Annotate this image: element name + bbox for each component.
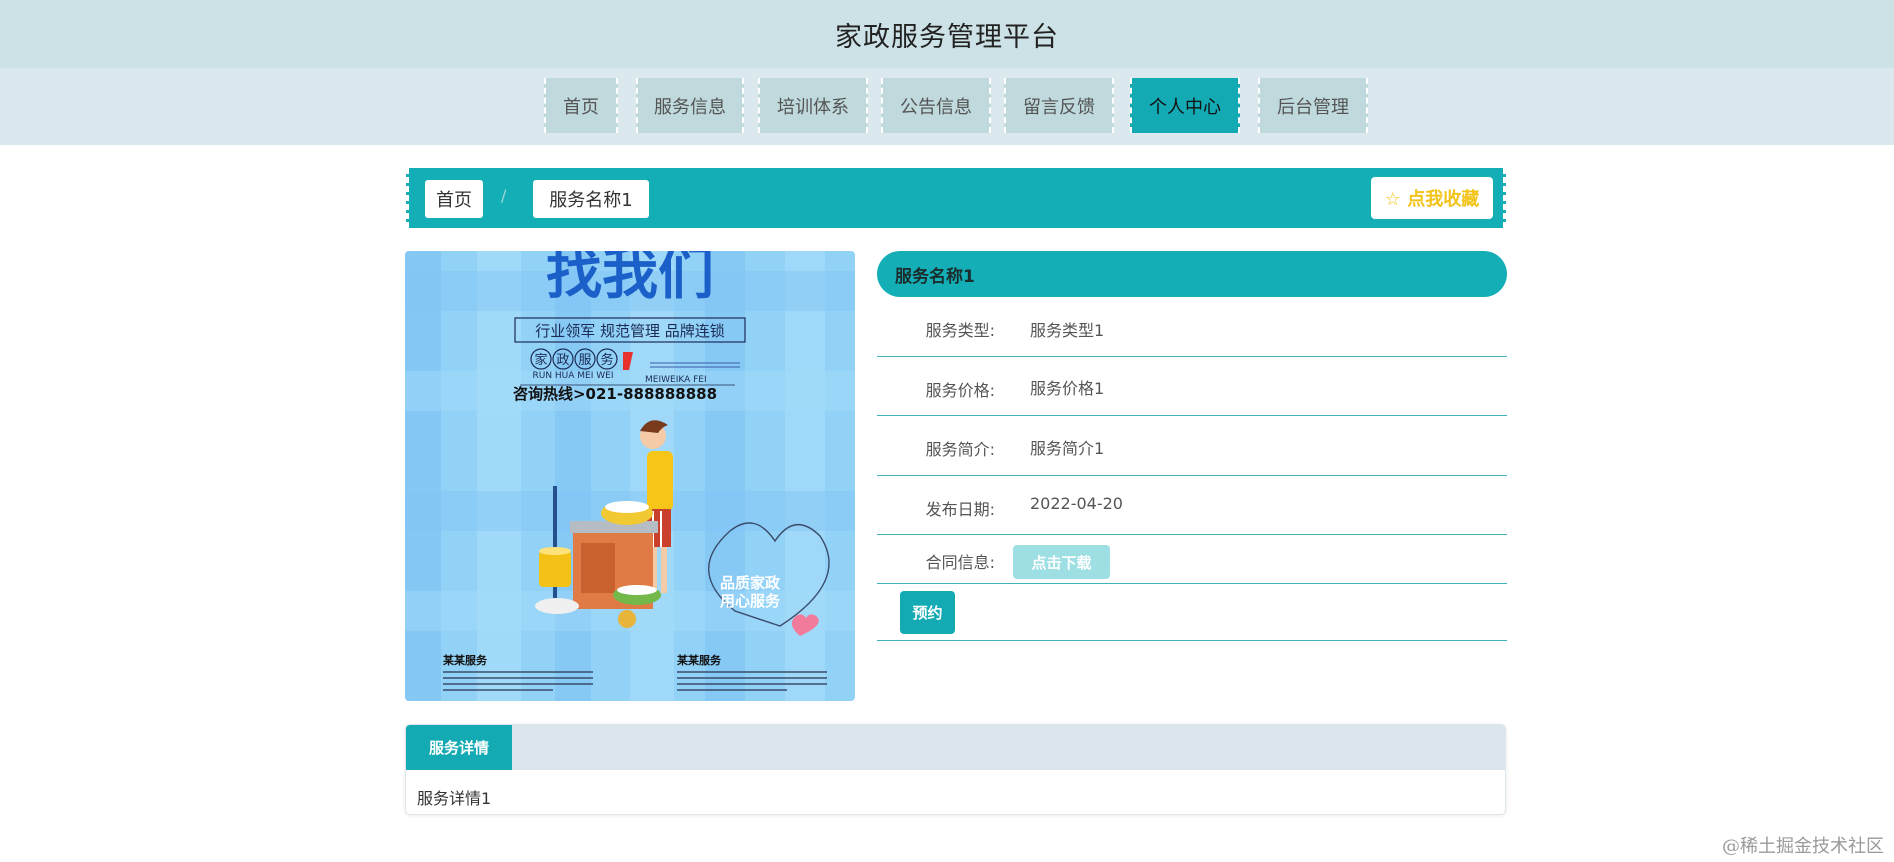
info-row-date: 发布日期: 2022-04-20 [877, 476, 1507, 535]
poster-brand-char: 务 [600, 352, 613, 368]
nav-item-announcements[interactable]: 公告信息 [881, 78, 991, 133]
poster-brand-char: 服 [578, 353, 591, 368]
poster-pinyin: RUN HUA MEI WEI [532, 371, 613, 381]
info-value: 服务类型1 [1030, 321, 1105, 340]
poster-brand-char: 家 [534, 352, 547, 368]
info-label: 服务类型: [925, 321, 995, 340]
watermark: @稀土掘金技术社区 [1722, 836, 1884, 857]
detail-tab-bar: 服务详情 [406, 725, 1505, 770]
breadcrumb: 首页 / 服务名称1 ☆ 点我收藏 [406, 168, 1506, 228]
info-row-actions: 预约 [877, 584, 1507, 641]
info-label: 服务价格: [925, 381, 995, 400]
service-name-header: 服务名称1 [877, 251, 1507, 297]
poster-footer-right: 某某服务 [676, 653, 722, 667]
site-title: 家政服务管理平台 [835, 21, 1059, 53]
info-value: 服务价格1 [1030, 379, 1105, 398]
service-detail-content: 服务详情1 [417, 789, 492, 808]
poster-hotline: 咨询热线>021-888888888 [513, 385, 717, 403]
poster-brand-char: 政 [556, 353, 569, 368]
nav-item-feedback[interactable]: 留言反馈 [1004, 78, 1114, 133]
service-poster-image: 找我们 行业领军 规范管理 品牌连锁 家 政 服 务 RUN HUA MEI W… [405, 251, 855, 701]
site-header: 家政服务管理平台 [0, 0, 1894, 68]
book-button[interactable]: 预约 [900, 591, 955, 634]
poster-tagline: 行业领军 规范管理 品牌连锁 [535, 322, 725, 340]
download-contract-button[interactable]: 点击下载 [1013, 545, 1110, 579]
breadcrumb-home[interactable]: 首页 [425, 180, 483, 218]
info-value: 2022-04-20 [1030, 494, 1123, 513]
tab-service-detail[interactable]: 服务详情 [406, 725, 512, 770]
service-detail-card: 服务详情 服务详情1 [405, 724, 1506, 815]
info-row-type: 服务类型: 服务类型1 [877, 297, 1507, 357]
poster-headline: 找我们 [546, 251, 714, 307]
info-value: 服务简介1 [1030, 439, 1105, 458]
favorite-button[interactable]: ☆ 点我收藏 [1371, 177, 1493, 219]
nav-item-home[interactable]: 首页 [544, 78, 618, 133]
info-label: 发布日期: [925, 500, 995, 519]
poster-footer-left: 某某服务 [442, 653, 488, 667]
nav-item-service-info[interactable]: 服务信息 [636, 78, 744, 133]
info-label: 合同信息: [925, 553, 995, 572]
nav-item-training[interactable]: 培训体系 [758, 78, 868, 133]
poster-pinyin-right: MEIWEIKA FEI [645, 375, 707, 385]
info-row-price: 服务价格: 服务价格1 [877, 357, 1507, 416]
poster-bubble-line1: 品质家政 [720, 574, 781, 592]
nav-item-admin[interactable]: 后台管理 [1258, 78, 1368, 133]
breadcrumb-current: 服务名称1 [533, 180, 649, 218]
breadcrumb-separator: / [501, 186, 507, 205]
info-row-summary: 服务简介: 服务简介1 [877, 416, 1507, 476]
info-row-contract: 合同信息: 点击下载 [877, 535, 1507, 584]
poster-bubble-line2: 用心服务 [720, 592, 781, 610]
nav-item-personal-center[interactable]: 个人中心 [1130, 78, 1240, 133]
info-label: 服务简介: [925, 440, 995, 459]
main-nav: 首页 服务信息 培训体系 公告信息 留言反馈 个人中心 后台管理 [0, 68, 1894, 145]
